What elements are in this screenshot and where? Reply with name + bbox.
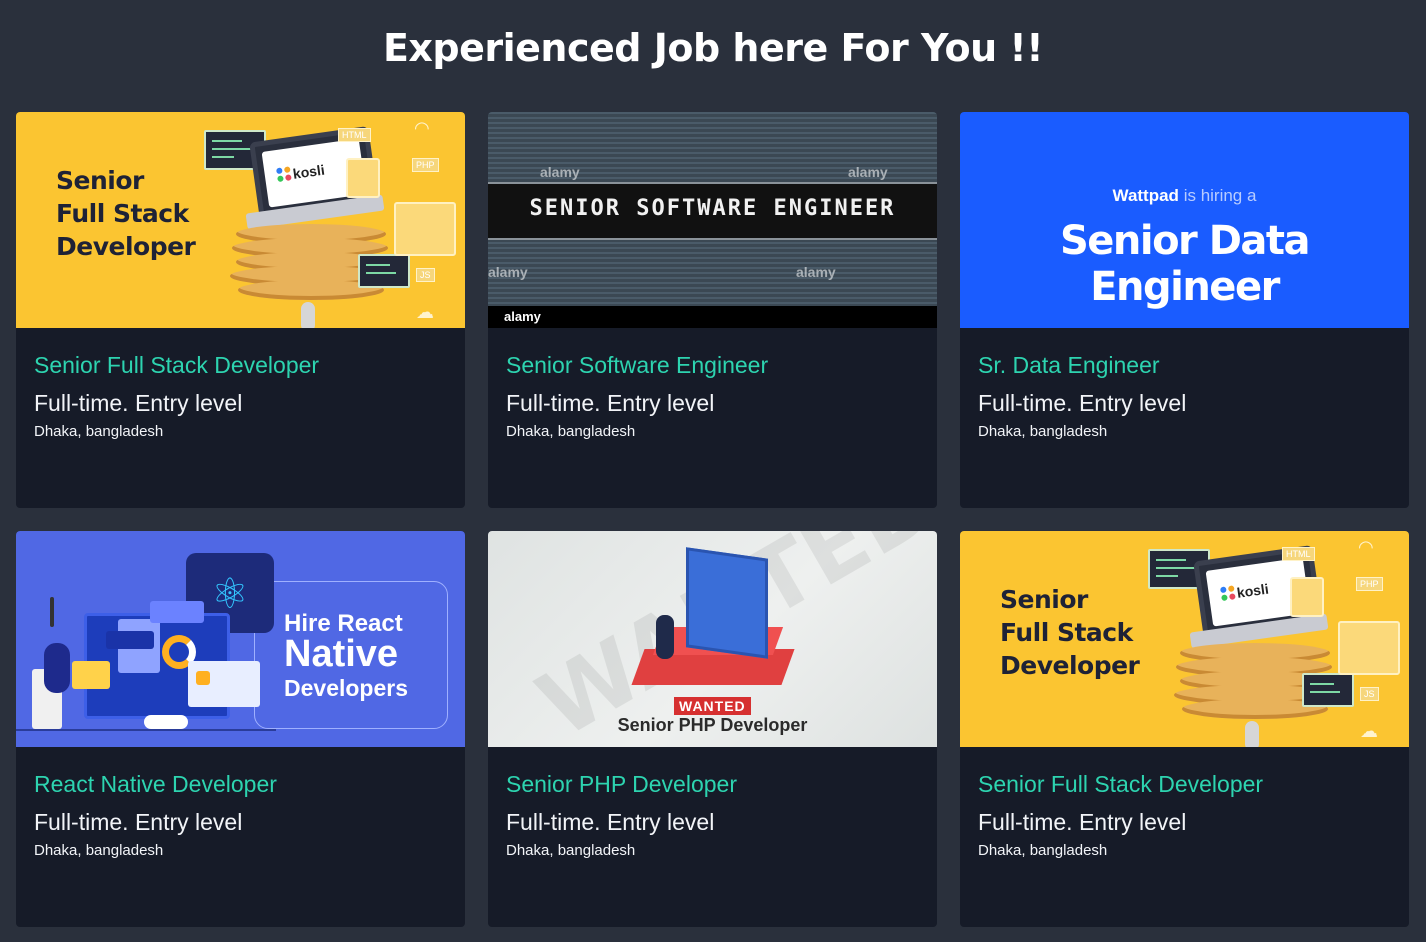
job-card[interactable]: Senior Full Stack Developer kosli HTML P… (960, 531, 1409, 927)
job-type: Full-time. Entry level (506, 809, 715, 835)
job-location: Dhaka, bangladesh (506, 842, 636, 859)
php-tag-icon: PHP (1356, 577, 1383, 591)
image-line: Full Stack (1000, 618, 1133, 647)
job-type: Full-time. Entry level (34, 390, 243, 416)
page-title: Experienced Job here For You !! (382, 26, 1044, 70)
job-title[interactable]: Senior Full Stack Developer (34, 352, 447, 378)
kosli-logo-icon (275, 166, 292, 183)
wifi-icon: ◠ (414, 118, 430, 138)
fork-icon (1245, 721, 1259, 747)
hiring-text: is hiring a (1183, 186, 1257, 205)
job-location: Dhaka, bangladesh (506, 423, 636, 440)
job-image-react: ⚛ Hire React Native Developers (16, 531, 465, 747)
job-type: Full-time. Entry level (506, 390, 715, 416)
banner-text: SENIOR SOFTWARE ENGINEER (529, 196, 896, 221)
company-name: Wattpad (1112, 186, 1179, 205)
person-icon (656, 615, 674, 659)
job-card[interactable]: ⚛ Hire React Native Developers React Nat… (16, 531, 465, 927)
image-caption: Senior PHP Developer (617, 715, 808, 735)
bar-chart-icon (106, 631, 154, 649)
job-location: Dhaka, bangladesh (978, 842, 1108, 859)
watermark: alamy (848, 164, 888, 180)
job-card[interactable]: Wattpad is hiring a Senior Data Engineer… (960, 112, 1409, 508)
image-headline: Senior Data Engineer (1059, 218, 1311, 310)
lamp-icon (50, 597, 54, 627)
job-title[interactable]: Senior Full Stack Developer (978, 771, 1391, 797)
job-image-data: Wattpad is hiring a Senior Data Engineer (960, 112, 1409, 328)
image-line: Senior (1000, 585, 1088, 614)
image-line: Developers (284, 675, 409, 701)
job-card[interactable]: WANTED WANTED Senior PHP Developer Senio… (488, 531, 937, 927)
wanted-poster-icon (686, 547, 768, 659)
banner: SENIOR SOFTWARE ENGINEER (488, 182, 937, 240)
html-tag-icon: HTML (338, 128, 371, 142)
cloud-icon: ☁ (416, 302, 434, 322)
job-type: Full-time. Entry level (978, 809, 1187, 835)
js-tag-icon: JS (416, 268, 435, 282)
job-image-full-stack: Senior Full Stack Developer kosli HTML P… (16, 112, 465, 328)
document-icon (346, 158, 380, 198)
image-line: Developer (56, 232, 196, 261)
job-type: Full-time. Entry level (978, 390, 1187, 416)
wifi-icon: ◠ (1358, 537, 1374, 557)
job-type: Full-time. Entry level (34, 809, 243, 835)
image-headline: Senior Full Stack Developer (56, 164, 196, 263)
cloud-icon (144, 715, 188, 729)
folder-icon (394, 202, 456, 256)
brand-name: kosli (291, 161, 326, 182)
floor-line (16, 729, 276, 731)
job-title[interactable]: Sr. Data Engineer (978, 352, 1391, 378)
brand-name: kosli (1235, 580, 1270, 601)
image-line: Native (284, 633, 399, 675)
job-image-software: alamy alamy SENIOR SOFTWARE ENGINEER ala… (488, 112, 937, 328)
kosli-logo-icon (1219, 585, 1236, 602)
job-image-full-stack: Senior Full Stack Developer kosli HTML P… (960, 531, 1409, 747)
job-title[interactable]: React Native Developer (34, 771, 447, 797)
watermark: alamy (540, 164, 580, 180)
job-image-php: WANTED WANTED Senior PHP Developer (488, 531, 937, 747)
document-icon (1290, 577, 1324, 617)
cloud-icon: ☁ (1360, 721, 1378, 741)
folder-icon (1338, 621, 1400, 675)
wave-chart-icon (150, 601, 204, 623)
job-card[interactable]: alamy alamy SENIOR SOFTWARE ENGINEER ala… (488, 112, 937, 508)
image-line: Full Stack (56, 199, 189, 228)
job-location: Dhaka, bangladesh (34, 842, 164, 859)
image-subtitle: Wattpad is hiring a (960, 186, 1409, 206)
js-tag-icon: JS (1360, 687, 1379, 701)
job-card[interactable]: Senior Full Stack Developer kosli HTML P… (16, 112, 465, 508)
watermark: alamy (488, 264, 528, 280)
code-window-icon (1302, 673, 1354, 707)
job-title[interactable]: Senior PHP Developer (506, 771, 919, 797)
watermark-logo: alamy (504, 309, 541, 324)
laptop-icon (72, 661, 110, 689)
php-tag-icon: PHP (412, 158, 439, 172)
image-footer: alamy (488, 306, 937, 328)
person-icon (44, 643, 70, 693)
image-line: Developer (1000, 651, 1140, 680)
image-headline: Senior Full Stack Developer (1000, 583, 1140, 682)
fork-icon (301, 302, 315, 328)
job-location: Dhaka, bangladesh (34, 423, 164, 440)
image-line: Senior (56, 166, 144, 195)
html-tag-icon: HTML (1282, 547, 1315, 561)
job-title[interactable]: Senior Software Engineer (506, 352, 919, 378)
code-window-icon (358, 254, 410, 288)
watermark: alamy (796, 264, 836, 280)
wanted-badge: WANTED (674, 697, 751, 715)
job-location: Dhaka, bangladesh (978, 423, 1108, 440)
info-icon (196, 671, 210, 685)
